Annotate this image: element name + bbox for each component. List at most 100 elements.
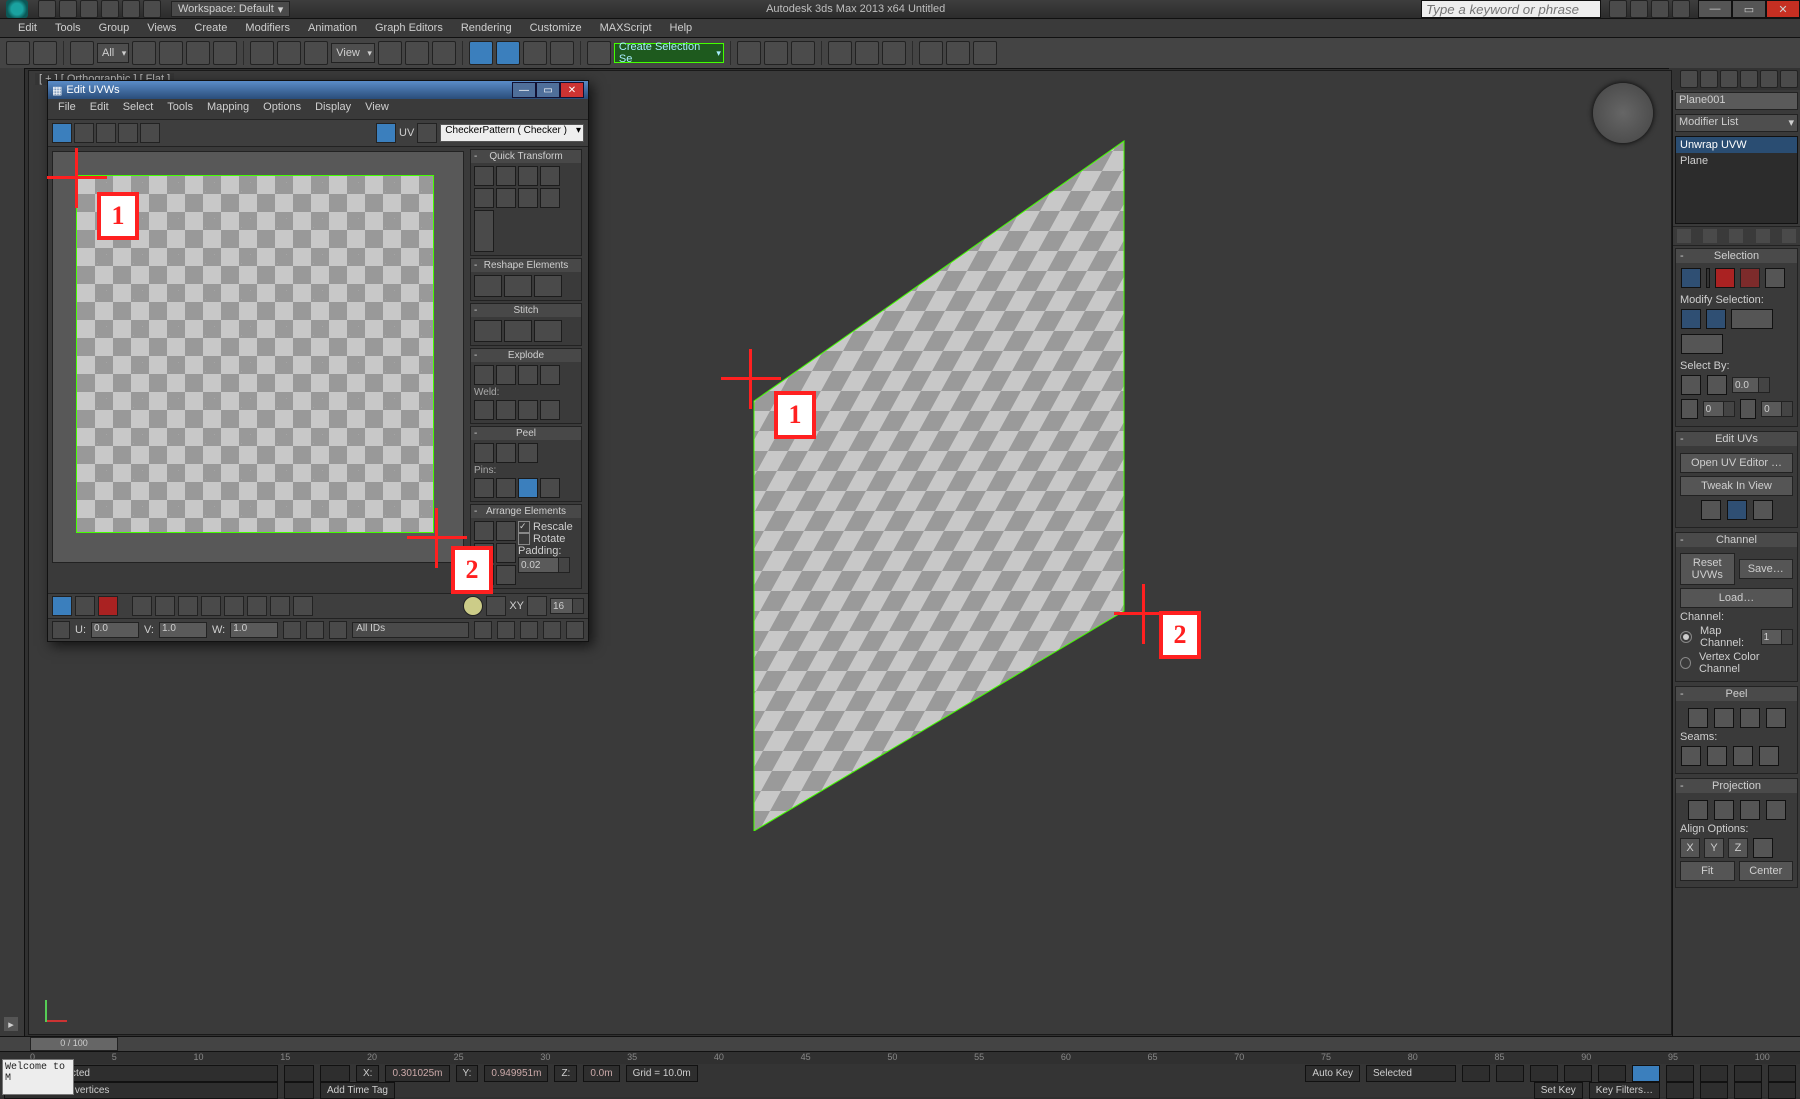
select-by-elem-icon[interactable] — [1681, 375, 1701, 395]
make-unique-icon[interactable] — [1729, 229, 1743, 243]
vp-zoom-ext-icon[interactable] — [1700, 1082, 1728, 1099]
tweak-in-view-button[interactable]: Tweak In View — [1680, 476, 1793, 496]
align-y-button[interactable]: Y — [1704, 838, 1724, 858]
rollout-header-peel[interactable]: Peel — [1676, 687, 1797, 701]
uvw-freeform-icon[interactable] — [118, 123, 138, 143]
quick-peel-icon[interactable] — [1688, 708, 1708, 728]
peel-reset-icon[interactable] — [496, 443, 516, 463]
remove-modifier-icon[interactable] — [1756, 229, 1770, 243]
modifier-list-dropdown[interactable]: Modifier List — [1675, 114, 1798, 132]
menu-views[interactable]: Views — [139, 20, 184, 36]
viewcube-icon[interactable] — [1593, 83, 1653, 143]
uvw-show-map-icon[interactable] — [376, 123, 396, 143]
menu-maxscript[interactable]: MAXScript — [592, 20, 660, 36]
rollout-header-projection[interactable]: Projection — [1676, 779, 1797, 793]
ar-pack-icon[interactable] — [474, 521, 494, 541]
y-value[interactable]: 0.949951m — [484, 1065, 548, 1082]
material-editor-icon[interactable] — [882, 41, 906, 65]
vp-fov-icon[interactable] — [1734, 1082, 1762, 1099]
pivot-icon[interactable] — [378, 41, 402, 65]
pin-add-icon[interactable] — [474, 478, 494, 498]
planar-angle-spinner[interactable]: 0.0 — [1732, 377, 1770, 393]
help-icon[interactable] — [1672, 0, 1690, 18]
sel-loop-icon[interactable] — [224, 596, 244, 616]
proj-sphere-icon[interactable] — [1740, 800, 1760, 820]
grid-icon[interactable] — [527, 596, 547, 616]
save-uvws-button[interactable]: Save… — [1739, 559, 1794, 579]
re-straighten-icon[interactable] — [474, 275, 502, 297]
render-setup-icon[interactable] — [919, 41, 943, 65]
configure-sets-icon[interactable] — [1782, 229, 1796, 243]
paint-sel-icon[interactable] — [270, 596, 290, 616]
quick-box-icon[interactable] — [1727, 500, 1747, 520]
select-by-name-icon[interactable] — [159, 41, 183, 65]
weld-sel-icon[interactable] — [474, 400, 494, 420]
selection-filter-dropdown[interactable]: All — [97, 43, 129, 63]
select-matid-icon[interactable] — [1681, 399, 1698, 419]
x-value[interactable]: 0.301025m — [385, 1065, 449, 1082]
qt-rot-icon[interactable] — [496, 166, 516, 186]
subobj-edge-icon[interactable] — [75, 596, 95, 616]
uvw-minimize-button[interactable]: — — [512, 82, 536, 98]
ex-weld-icon[interactable] — [540, 365, 560, 385]
save-icon[interactable] — [80, 0, 98, 18]
uvw-menu-select[interactable]: Select — [117, 101, 160, 117]
rollout-header-edituvs[interactable]: Edit UVs — [1676, 432, 1797, 446]
menu-rendering[interactable]: Rendering — [453, 20, 520, 36]
subobj-vertex-icon[interactable] — [1681, 268, 1701, 288]
menu-help[interactable]: Help — [662, 20, 701, 36]
pin-stack-icon[interactable] — [1677, 229, 1691, 243]
maximize-button[interactable]: ▭ — [1732, 0, 1766, 18]
planar-angle-icon[interactable] — [1707, 375, 1727, 395]
setkey-button[interactable]: Set Key — [1534, 1082, 1583, 1099]
open-uv-editor-button[interactable]: Open UV Editor … — [1680, 453, 1793, 473]
uvw-maximize-button[interactable]: ▭ — [536, 82, 560, 98]
pelt-icon[interactable] — [1740, 708, 1760, 728]
subobj-element-icon[interactable] — [1765, 268, 1785, 288]
edit-uvws-window[interactable]: ▦Edit UVWs — ▭ ✕ File Edit Select Tools … — [47, 80, 589, 642]
re-stitch-icon[interactable] — [534, 275, 562, 297]
vp-max-icon[interactable] — [1768, 1065, 1796, 1082]
qt-fit-icon[interactable] — [474, 210, 494, 252]
angle-snap-icon[interactable] — [496, 41, 520, 65]
v-spinner[interactable]: 1.0 — [159, 622, 207, 638]
uvw-close-button[interactable]: ✕ — [560, 82, 584, 98]
panel-stitch[interactable]: Stitch — [471, 304, 581, 317]
sel-ring-icon[interactable] — [201, 596, 221, 616]
object-name-field[interactable]: Plane001 — [1675, 92, 1798, 110]
proj-planar-icon[interactable] — [1688, 800, 1708, 820]
menu-edit[interactable]: Edit — [10, 20, 45, 36]
fit-button[interactable]: Fit — [1680, 861, 1735, 881]
modifier-item-unwrap[interactable]: Unwrap UVW — [1676, 137, 1797, 153]
spinner-snap-icon[interactable] — [550, 41, 574, 65]
uvw-menu-file[interactable]: File — [52, 101, 82, 117]
uvw-menu-view[interactable]: View — [359, 101, 395, 117]
st-2-icon[interactable] — [504, 320, 532, 342]
prev-frame-icon[interactable] — [1496, 1065, 1524, 1082]
seam-expand-icon[interactable] — [1733, 746, 1753, 766]
next-frame-icon[interactable] — [1564, 1065, 1592, 1082]
uvw-move-icon[interactable] — [52, 123, 72, 143]
paint-opt-icon[interactable] — [293, 596, 313, 616]
shrink-sel-icon[interactable] — [1706, 309, 1726, 329]
modifier-item-plane[interactable]: Plane — [1676, 153, 1797, 169]
peel-undo-icon[interactable] — [518, 443, 538, 463]
redo-icon[interactable] — [122, 0, 140, 18]
u-spinner[interactable]: 0.0 — [91, 622, 139, 638]
rotate-icon[interactable] — [277, 41, 301, 65]
qt-rotcw-icon[interactable] — [496, 188, 516, 208]
rollout-header-channel[interactable]: Channel — [1676, 533, 1797, 547]
time-slider-handle[interactable]: 0 / 100 — [30, 1037, 118, 1051]
vp-zoom-icon[interactable] — [1700, 1065, 1728, 1082]
isolate-icon[interactable] — [320, 1065, 350, 1082]
subobj-edge-icon[interactable] — [1715, 268, 1735, 288]
uvw-menu-edit[interactable]: Edit — [84, 101, 115, 117]
loop-icon[interactable] — [1681, 334, 1723, 354]
maxscript-listener[interactable]: Welcome to M — [2, 1059, 74, 1095]
edit-named-sel-icon[interactable] — [587, 41, 611, 65]
soft-sel-icon[interactable] — [247, 596, 267, 616]
panel-reshape[interactable]: Reshape Elements — [471, 259, 581, 272]
uvw-menu-options[interactable]: Options — [257, 101, 307, 117]
autokey-button[interactable]: Auto Key — [1305, 1065, 1360, 1082]
undo-icon[interactable] — [6, 41, 30, 65]
